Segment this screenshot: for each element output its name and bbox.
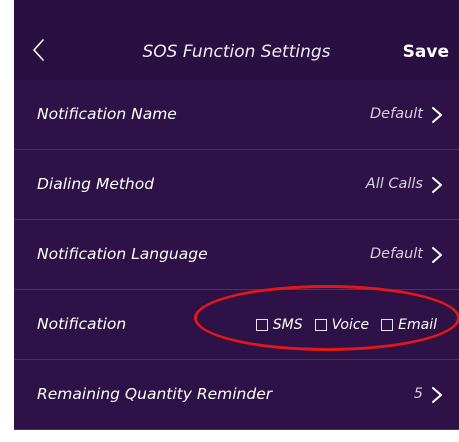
row-dialing-method[interactable]: Dialing Method All Calls [14, 150, 459, 220]
voice-checkbox[interactable]: Voice [314, 316, 370, 333]
checkbox-label: Voice [331, 316, 370, 333]
row-label: Notification Name [37, 105, 177, 123]
row-label: Dialing Method [37, 175, 155, 193]
save-button[interactable]: Save [403, 42, 449, 62]
notification-options: SMS Voice Email [255, 290, 437, 359]
row-remaining-quantity-reminder[interactable]: Remaining Quantity Reminder 5 [14, 360, 459, 430]
chevron-left-icon [33, 39, 44, 61]
row-value: Default [370, 106, 423, 122]
row-label: Notification Language [37, 245, 208, 263]
row-value: Default [370, 246, 423, 262]
row-value: All Calls [365, 176, 423, 192]
row-notification: Notification SMS Voice Email [14, 290, 459, 360]
checkbox-box[interactable] [255, 318, 268, 331]
sos-settings-screen: SOS Function Settings Save Notification … [14, 0, 459, 430]
checkbox-label: Email [398, 316, 437, 333]
chevron-right-icon [431, 106, 443, 124]
page-title: SOS Function Settings [142, 42, 331, 62]
chevron-right-icon [431, 386, 443, 404]
checkbox-box[interactable] [314, 318, 327, 331]
chevron-right-icon [431, 176, 443, 194]
back-button[interactable] [26, 36, 54, 64]
checkbox-box[interactable] [381, 318, 394, 331]
row-notification-name[interactable]: Notification Name Default [14, 80, 459, 150]
header-bar: SOS Function Settings Save [14, 0, 459, 80]
sms-checkbox[interactable]: SMS [255, 316, 303, 333]
settings-list: Notification Name Default Dialing Method… [14, 80, 459, 430]
row-value: 5 [413, 386, 423, 402]
row-label: Notification [37, 315, 127, 333]
row-notification-language[interactable]: Notification Language Default [14, 220, 459, 290]
row-label: Remaining Quantity Reminder [37, 385, 273, 403]
chevron-right-icon [431, 246, 443, 264]
checkbox-label: SMS [272, 316, 303, 333]
email-checkbox[interactable]: Email [381, 317, 437, 333]
